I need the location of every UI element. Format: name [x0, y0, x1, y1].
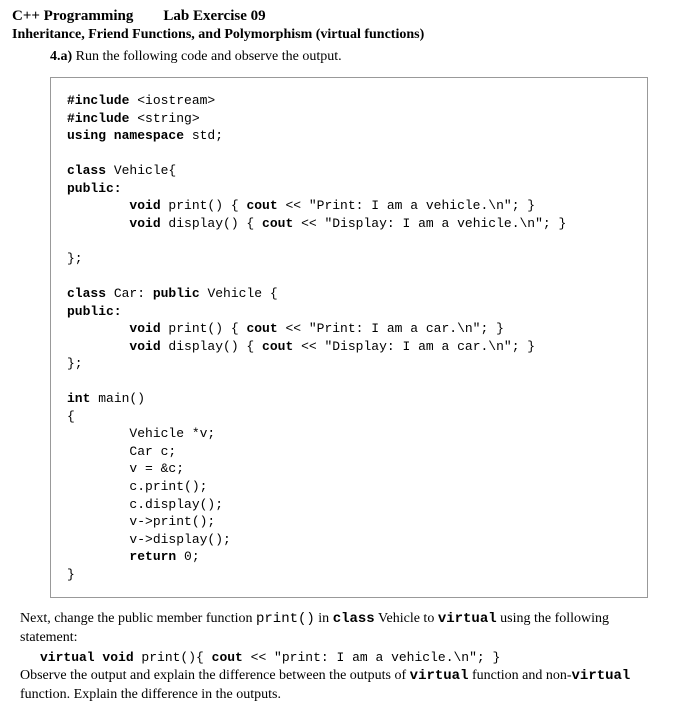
header-line-1: C++ Programming Lab Exercise 09: [12, 8, 676, 25]
followup-paragraph-2: Observe the output and explain the diffe…: [20, 667, 668, 705]
question-number: 4.a): [50, 49, 72, 64]
header-topic: Inheritance, Friend Functions, and Polym…: [12, 27, 676, 43]
exercise-title: Lab Exercise 09: [163, 8, 265, 24]
followup-paragraph-1: Next, change the public member function …: [20, 610, 668, 648]
code-block: #include <iostream> #include <string> us…: [50, 77, 648, 598]
question-instruction: 4.a) Run the following code and observe …: [50, 49, 676, 65]
question-text: Run the following code and observe the o…: [76, 49, 342, 64]
course-title: C++ Programming: [12, 8, 133, 24]
virtual-statement: virtual void print(){ cout << "print: I …: [40, 650, 676, 665]
